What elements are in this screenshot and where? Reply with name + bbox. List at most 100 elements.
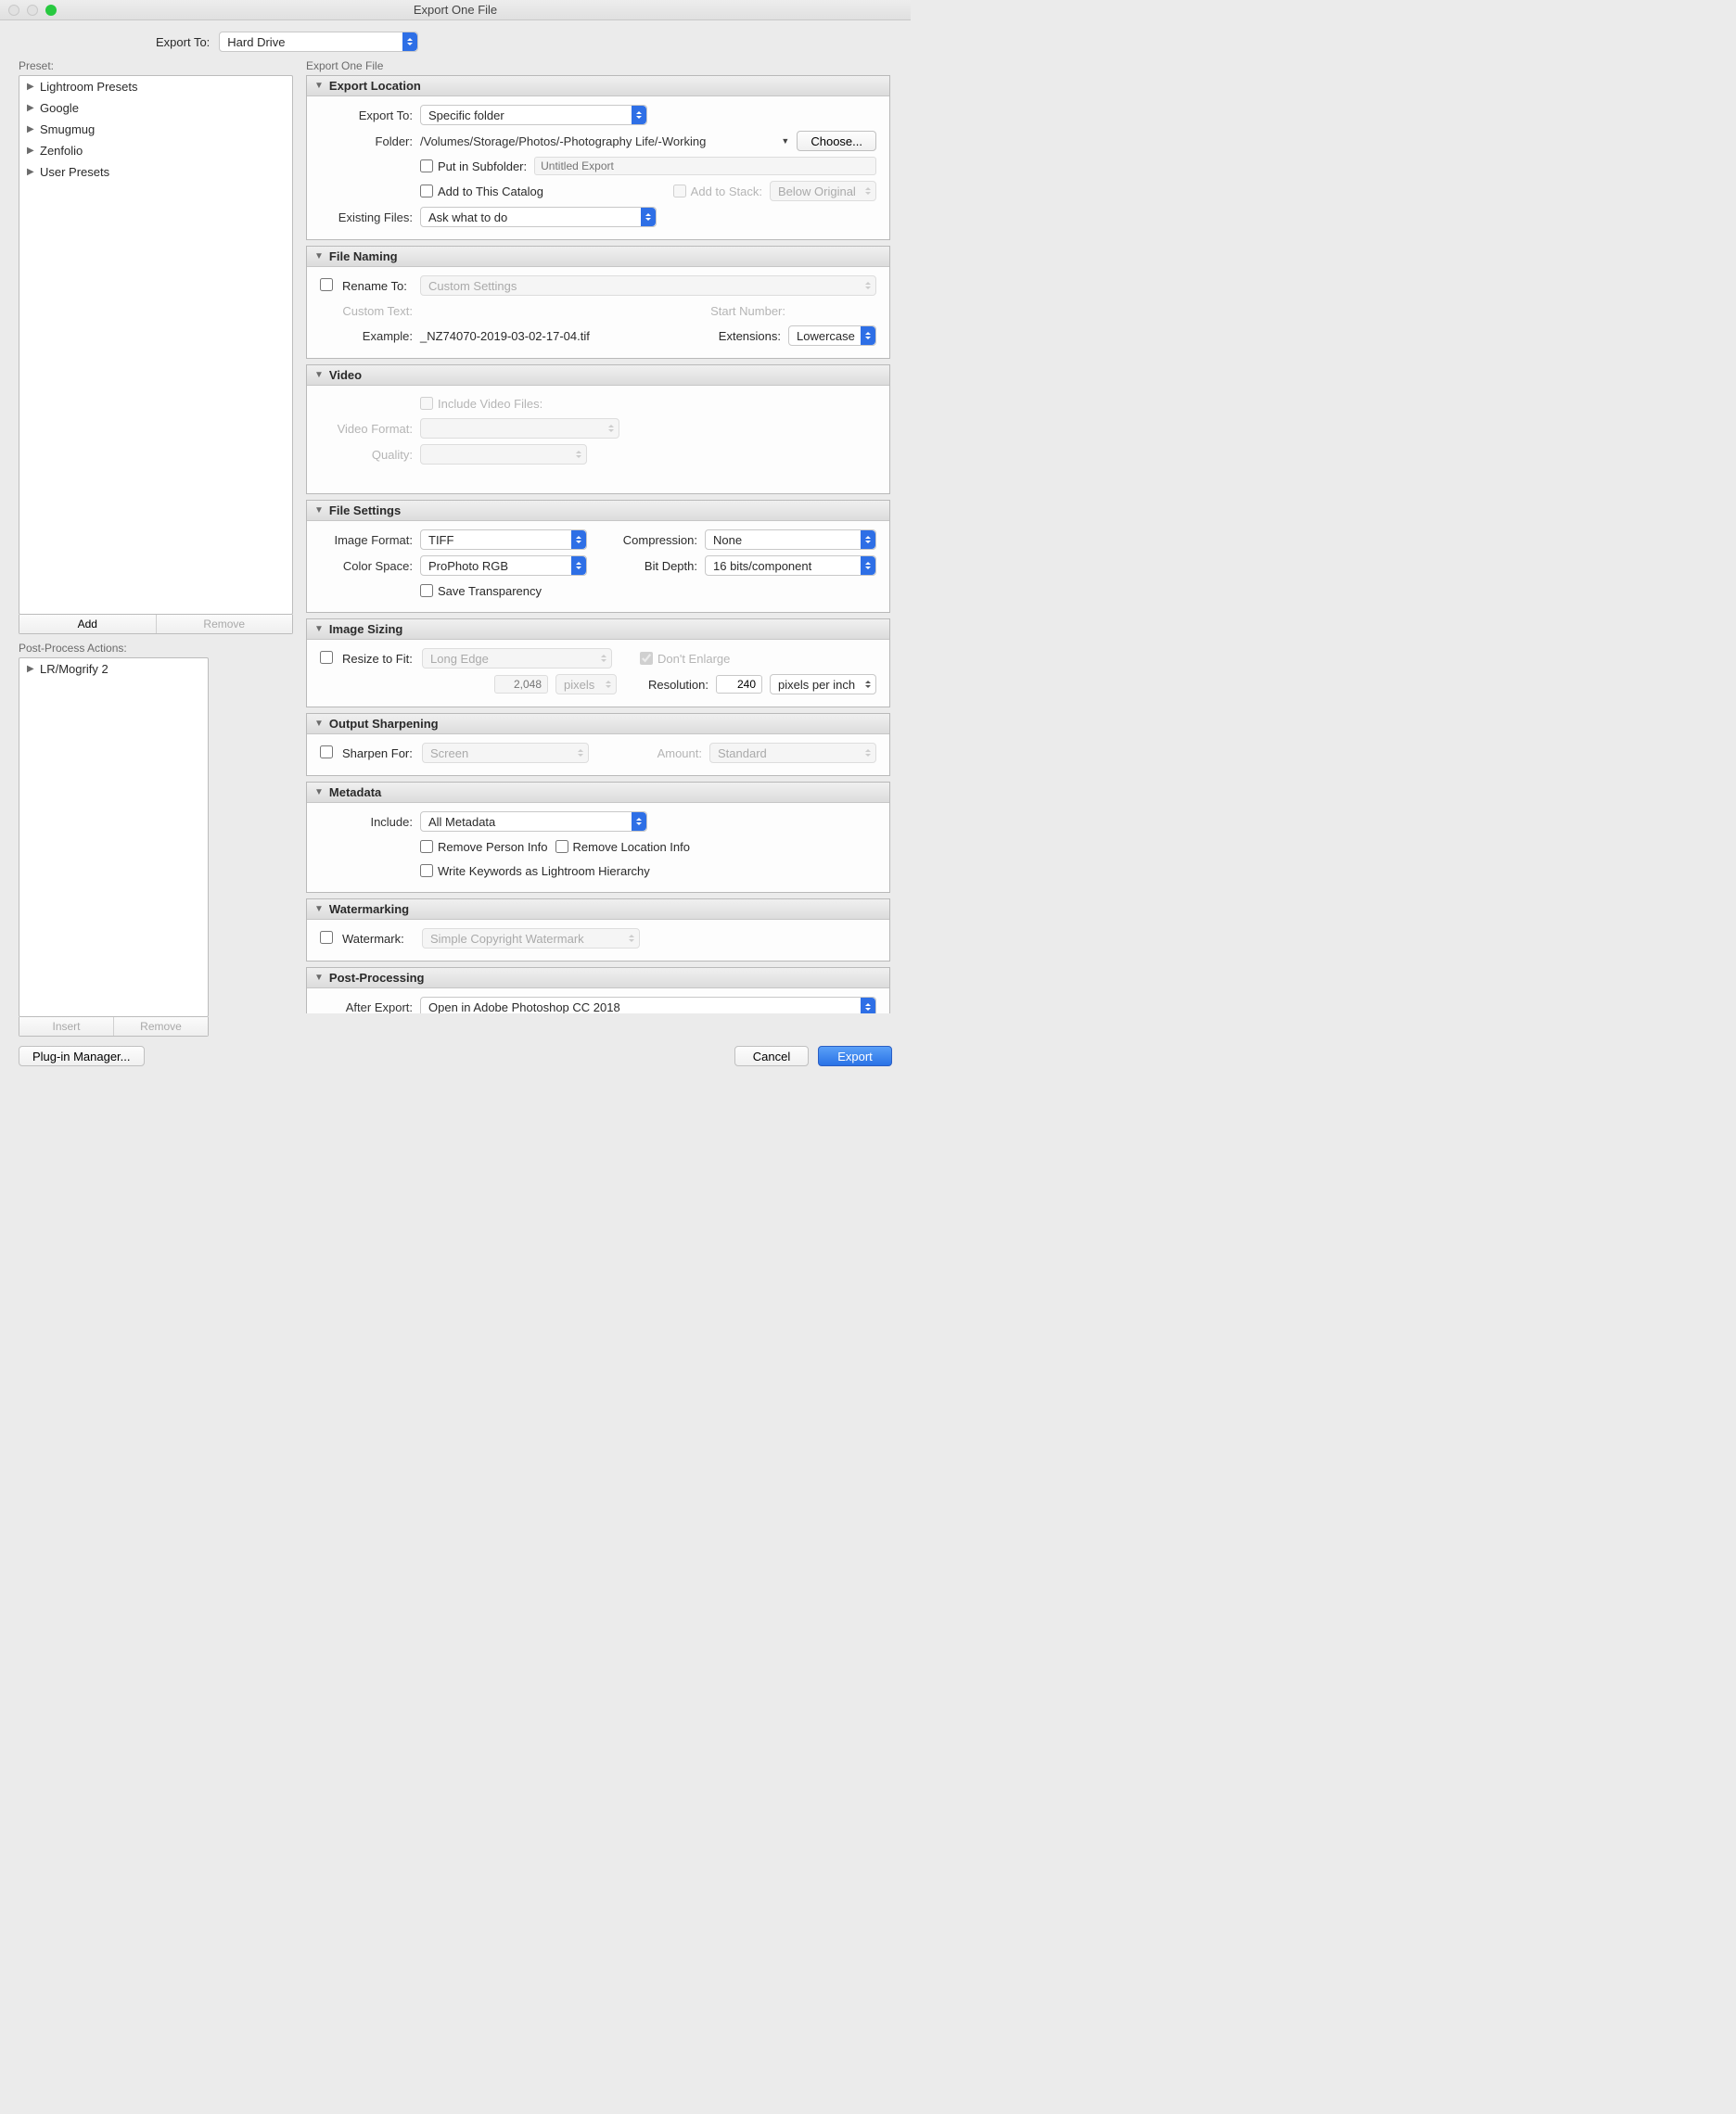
preset-label: Preset: (19, 59, 293, 72)
extensions-label: Extensions: (719, 329, 781, 343)
export-to-select[interactable]: Hard Drive (219, 32, 418, 52)
disclosure-triangle-icon: ▼ (314, 904, 324, 914)
compression-select[interactable]: None (705, 529, 876, 550)
preset-list[interactable]: ▶Lightroom Presets ▶Google ▶Smugmug ▶Zen… (19, 75, 293, 615)
chevron-updown-icon (861, 530, 875, 549)
metadata-include-select[interactable]: All Metadata (420, 811, 647, 832)
cancel-button[interactable]: Cancel (734, 1046, 809, 1066)
example-value: _NZ74070-2019-03-02-17-04.tif (420, 329, 590, 343)
panel-metadata: ▼Metadata Include: All Metadata Remove P… (306, 782, 890, 893)
resolution-label: Resolution: (648, 678, 708, 692)
panel-header[interactable]: ▼File Settings (307, 501, 889, 521)
video-quality-select (420, 444, 587, 465)
resolution-input[interactable] (716, 675, 762, 694)
panel-export-location: ▼Export Location Export To: Specific fol… (306, 75, 890, 240)
disclosure-triangle-icon: ▼ (314, 370, 324, 380)
sharpen-for-checkbox[interactable] (320, 745, 333, 758)
preset-item[interactable]: ▶Google (19, 97, 292, 119)
resize-to-fit-checkbox[interactable] (320, 651, 333, 664)
post-action-item[interactable]: ▶LR/Mogrify 2 (19, 658, 208, 680)
panel-header[interactable]: ▼Post-Processing (307, 968, 889, 988)
chevron-updown-icon (571, 445, 586, 464)
preset-item[interactable]: ▶Lightroom Presets (19, 76, 292, 97)
panel-header[interactable]: ▼File Naming (307, 247, 889, 267)
add-stack-checkbox (673, 185, 686, 197)
after-export-select[interactable]: Open in Adobe Photoshop CC 2018 (420, 997, 876, 1013)
chevron-updown-icon (571, 530, 586, 549)
write-keywords-checkbox[interactable] (420, 864, 433, 877)
chevron-updown-icon (604, 419, 619, 438)
preset-item[interactable]: ▶Smugmug (19, 119, 292, 140)
video-format-label: Video Format: (320, 422, 413, 436)
panel-header[interactable]: ▼Watermarking (307, 899, 889, 920)
disclosure-triangle-icon: ▼ (314, 505, 324, 516)
choose-folder-button[interactable]: Choose... (797, 131, 876, 151)
disclosure-triangle-icon: ▶ (27, 82, 36, 92)
panel-output-sharpening: ▼Output Sharpening Sharpen For: Screen A… (306, 713, 890, 776)
chevron-down-icon[interactable]: ▼ (781, 136, 789, 146)
panel-post-processing: ▼Post-Processing After Export: Open in A… (306, 967, 890, 1013)
chevron-updown-icon (861, 675, 875, 694)
panel-header[interactable]: ▼Output Sharpening (307, 714, 889, 734)
panel-file-settings: ▼File Settings Image Format: TIFF Compre… (306, 500, 890, 613)
disclosure-triangle-icon: ▼ (314, 81, 324, 91)
titlebar: Export One File (0, 0, 911, 20)
include-video-label: Include Video Files: (438, 397, 542, 411)
add-catalog-label: Add to This Catalog (438, 185, 543, 198)
chevron-updown-icon (861, 998, 875, 1013)
post-action-insert-button: Insert (19, 1017, 114, 1036)
add-catalog-checkbox[interactable] (420, 185, 433, 197)
video-format-select (420, 418, 619, 439)
post-action-remove-button: Remove (114, 1017, 208, 1036)
preset-remove-button: Remove (157, 615, 293, 633)
plugin-manager-button[interactable]: Plug-in Manager... (19, 1046, 145, 1066)
add-stack-label: Add to Stack: (691, 185, 762, 198)
custom-text-label: Custom Text: (320, 304, 413, 318)
panel-header[interactable]: ▼Image Sizing (307, 619, 889, 640)
write-keywords-label: Write Keywords as Lightroom Hierarchy (438, 864, 650, 878)
save-transparency-checkbox[interactable] (420, 584, 433, 597)
disclosure-triangle-icon: ▼ (314, 251, 324, 261)
remove-person-checkbox[interactable] (420, 840, 433, 853)
chevron-updown-icon (571, 556, 586, 575)
existing-files-label: Existing Files: (320, 210, 413, 224)
export-to-folder-select[interactable]: Specific folder (420, 105, 647, 125)
panel-file-naming: ▼File Naming Rename To: Custom Settings … (306, 246, 890, 359)
panel-video: ▼Video Include Video Files: Video Format… (306, 364, 890, 494)
bit-depth-select[interactable]: 16 bits/component (705, 555, 876, 576)
start-number-label: Start Number: (710, 304, 785, 318)
preset-item[interactable]: ▶User Presets (19, 161, 292, 183)
chevron-updown-icon (596, 649, 611, 668)
disclosure-triangle-icon: ▼ (314, 624, 324, 634)
remove-location-checkbox[interactable] (555, 840, 568, 853)
stack-position-select: Below Original (770, 181, 876, 201)
disclosure-triangle-icon: ▼ (314, 719, 324, 729)
export-button[interactable]: Export (818, 1046, 892, 1066)
panel-header[interactable]: ▼Video (307, 365, 889, 386)
chevron-updown-icon (861, 744, 875, 762)
right-title: Export One File (306, 59, 892, 72)
preset-add-button[interactable]: Add (19, 615, 157, 633)
put-subfolder-label: Put in Subfolder: (438, 159, 527, 173)
rename-to-checkbox[interactable] (320, 278, 333, 291)
watermark-checkbox[interactable] (320, 931, 333, 944)
bit-depth-label: Bit Depth: (645, 559, 697, 573)
color-space-select[interactable]: ProPhoto RGB (420, 555, 587, 576)
window-title: Export One File (0, 3, 911, 17)
put-subfolder-checkbox[interactable] (420, 159, 433, 172)
resize-to-fit-label: Resize to Fit: (342, 652, 415, 666)
resolution-unit-select[interactable]: pixels per inch (770, 674, 876, 694)
panel-header[interactable]: ▼Metadata (307, 783, 889, 803)
disclosure-triangle-icon: ▶ (27, 664, 36, 674)
post-actions-list[interactable]: ▶LR/Mogrify 2 (19, 657, 209, 1017)
dont-enlarge-label: Don't Enlarge (657, 652, 730, 666)
chevron-updown-icon (861, 276, 875, 295)
image-format-select[interactable]: TIFF (420, 529, 587, 550)
chevron-updown-icon (601, 675, 616, 694)
existing-files-select[interactable]: Ask what to do (420, 207, 657, 227)
panel-watermarking: ▼Watermarking Watermark: Simple Copyrigh… (306, 898, 890, 961)
chevron-updown-icon (624, 929, 639, 948)
extensions-select[interactable]: Lowercase (788, 325, 876, 346)
preset-item[interactable]: ▶Zenfolio (19, 140, 292, 161)
panel-header[interactable]: ▼Export Location (307, 76, 889, 96)
